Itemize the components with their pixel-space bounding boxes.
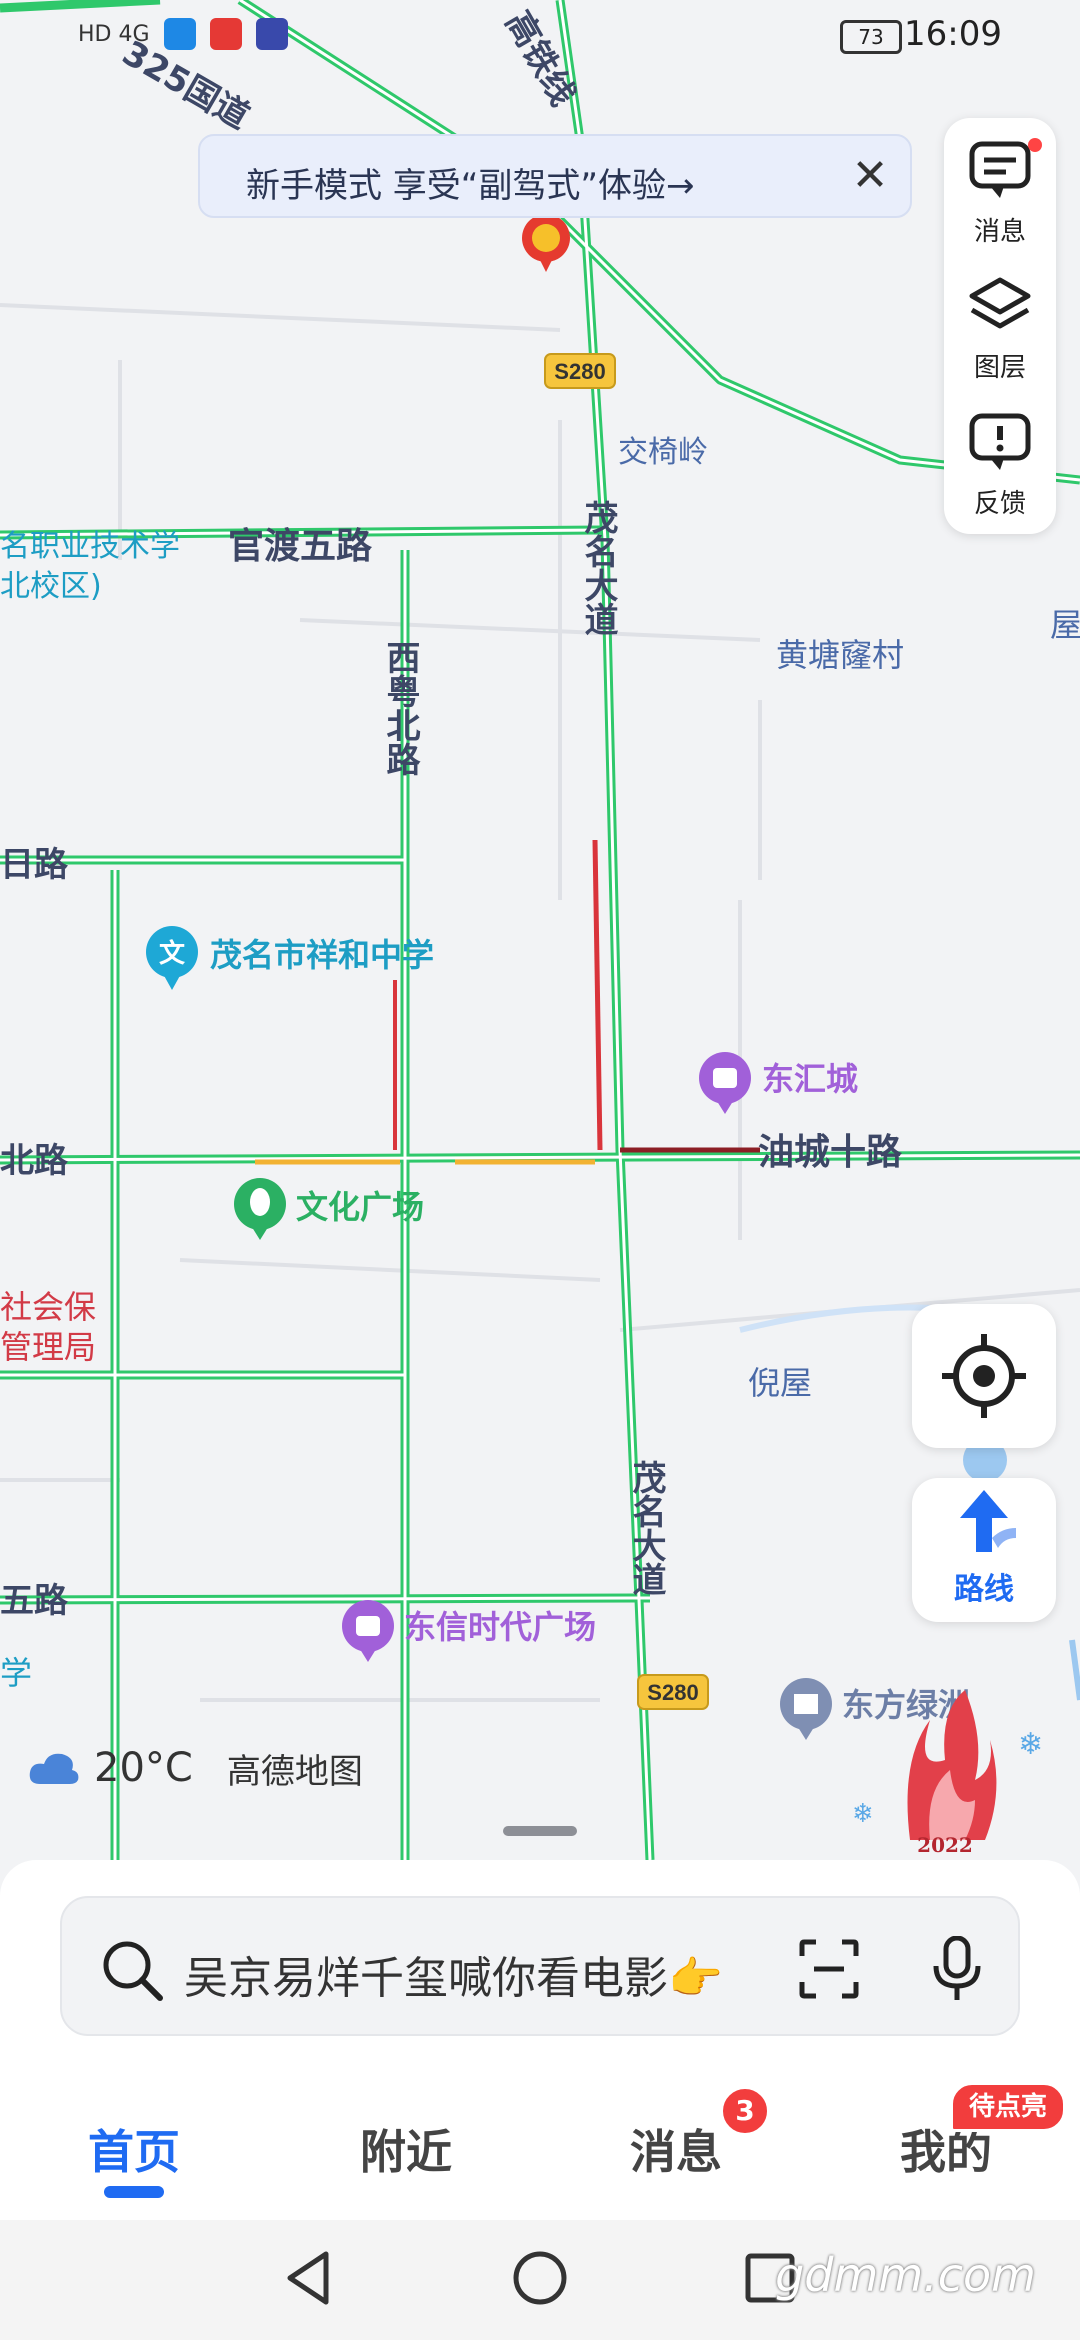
- battery-indicator: 73: [840, 20, 902, 54]
- road-label-youcheng: 油城十路: [758, 1132, 903, 1173]
- svg-text:东信时代广场: 东信时代广场: [404, 1608, 596, 1646]
- svg-text:❄: ❄: [1018, 1727, 1043, 1762]
- road-label-guandu: 官渡五路: [228, 526, 373, 567]
- message-icon: [969, 141, 1031, 198]
- weather-widget[interactable]: 20°C 高德地图: [28, 1740, 363, 1796]
- road-label-maoming-ave-1: 茂名大道: [578, 500, 618, 636]
- search-input[interactable]: 吴京易烊千玺喊你看电影👉: [60, 1896, 1020, 2036]
- search-placeholder: 吴京易烊千玺喊你看电影👉: [184, 1953, 723, 2004]
- label-edge-xue: 学: [0, 1654, 32, 1692]
- scan-icon[interactable]: [798, 1938, 860, 2000]
- app-notification-icon-2: [255, 18, 288, 50]
- home-icon[interactable]: [510, 2248, 570, 2308]
- side-item-layers[interactable]: 图层: [944, 260, 1056, 392]
- status-time: 16:09: [904, 14, 1002, 54]
- label-huangtang: 黄塘窿村: [776, 636, 904, 674]
- sheet-drag-handle[interactable]: [503, 1826, 577, 1836]
- side-item-label: 反馈: [973, 489, 1026, 519]
- side-item-label: 消息: [973, 217, 1026, 247]
- app-notification-icon: [163, 18, 196, 50]
- label-edge-bei: 北路: [0, 1141, 69, 1181]
- road-label-maoming-ave-2: 茂名大道: [626, 1460, 666, 1596]
- me-status-badge: 待点亮: [950, 2082, 1066, 2132]
- svg-text:S280: S280: [647, 1680, 698, 1705]
- feedback-icon: [969, 413, 1031, 470]
- notification-dot: [1028, 138, 1042, 152]
- label-niwu: 倪屋: [748, 1364, 812, 1402]
- back-icon[interactable]: [280, 2248, 340, 2308]
- svg-text:S280: S280: [554, 359, 605, 384]
- road-label-xiyue: 西粤北路: [380, 640, 420, 776]
- status-bar: HD 4G 73 16:09: [0, 0, 1080, 70]
- temperature: 20°C: [94, 1745, 193, 1791]
- route-badge-s280-top: S280: [544, 353, 616, 389]
- map-side-panel: 消息 图层 反馈: [944, 118, 1056, 534]
- tab-home[interactable]: 首页: [34, 2116, 234, 2182]
- label-school-cut2: 北校区): [0, 569, 102, 604]
- cloud-icon: [29, 1753, 79, 1784]
- layers-icon: [969, 277, 1031, 329]
- svg-text:东汇城: 东汇城: [762, 1060, 858, 1098]
- tab-nearby[interactable]: 附近: [306, 2116, 506, 2182]
- route-button[interactable]: 路线: [912, 1478, 1056, 1622]
- route-label: 路线: [954, 1572, 1014, 1607]
- weibo-notification-icon: [209, 18, 242, 50]
- label-social-bureau-2: 管理局: [0, 1328, 96, 1366]
- side-item-messages[interactable]: 消息: [944, 124, 1056, 256]
- svg-text:茂名市祥和中学: 茂名市祥和中学: [210, 936, 434, 974]
- status-indicators: HD 4G: [78, 18, 288, 50]
- banner-text: 新手模式 享受“副驾式”体验→: [246, 166, 695, 206]
- svg-text:2022: 2022: [917, 1833, 973, 1857]
- label-school-cut: 名职业技术学: [0, 529, 180, 564]
- label-social-bureau-1: 社会保: [0, 1288, 96, 1326]
- route-badge-s280-bottom: S280: [637, 1674, 709, 1710]
- mic-icon[interactable]: [932, 1936, 982, 2002]
- search-icon: [103, 1941, 163, 2001]
- locate-icon: [942, 1334, 1026, 1418]
- network-indicator: HD 4G: [78, 21, 150, 47]
- bottom-tab-bar: 首页 附近 消息 我的: [0, 2080, 1080, 2220]
- svg-text:文化广场: 文化广场: [296, 1188, 424, 1226]
- watermark: gdmm.com: [775, 2248, 1036, 2302]
- brand-logo-text: 高德地图: [226, 1751, 363, 1792]
- route-arrow-icon: [960, 1490, 1016, 1552]
- label-edge-wu2: 屋: [1050, 606, 1080, 644]
- newbie-mode-banner[interactable]: 新手模式 享受“副驾式”体验→ ✕: [198, 134, 912, 218]
- label-edge-ri: 日路: [0, 845, 69, 885]
- close-icon[interactable]: ✕: [844, 150, 896, 202]
- active-tab-indicator: [104, 2186, 164, 2198]
- label-jiaoyiling: 交椅岭: [618, 435, 708, 470]
- system-nav-bar: gdmm.com: [0, 2220, 1080, 2340]
- locate-button[interactable]: [912, 1304, 1056, 1448]
- side-item-label: 图层: [973, 353, 1026, 383]
- svg-text:❄: ❄: [852, 1799, 874, 1829]
- label-edge-wu: 五路: [0, 1581, 69, 1621]
- svg-text:文: 文: [159, 938, 186, 969]
- messages-count-badge: 3: [720, 2086, 770, 2136]
- side-item-feedback[interactable]: 反馈: [944, 396, 1056, 528]
